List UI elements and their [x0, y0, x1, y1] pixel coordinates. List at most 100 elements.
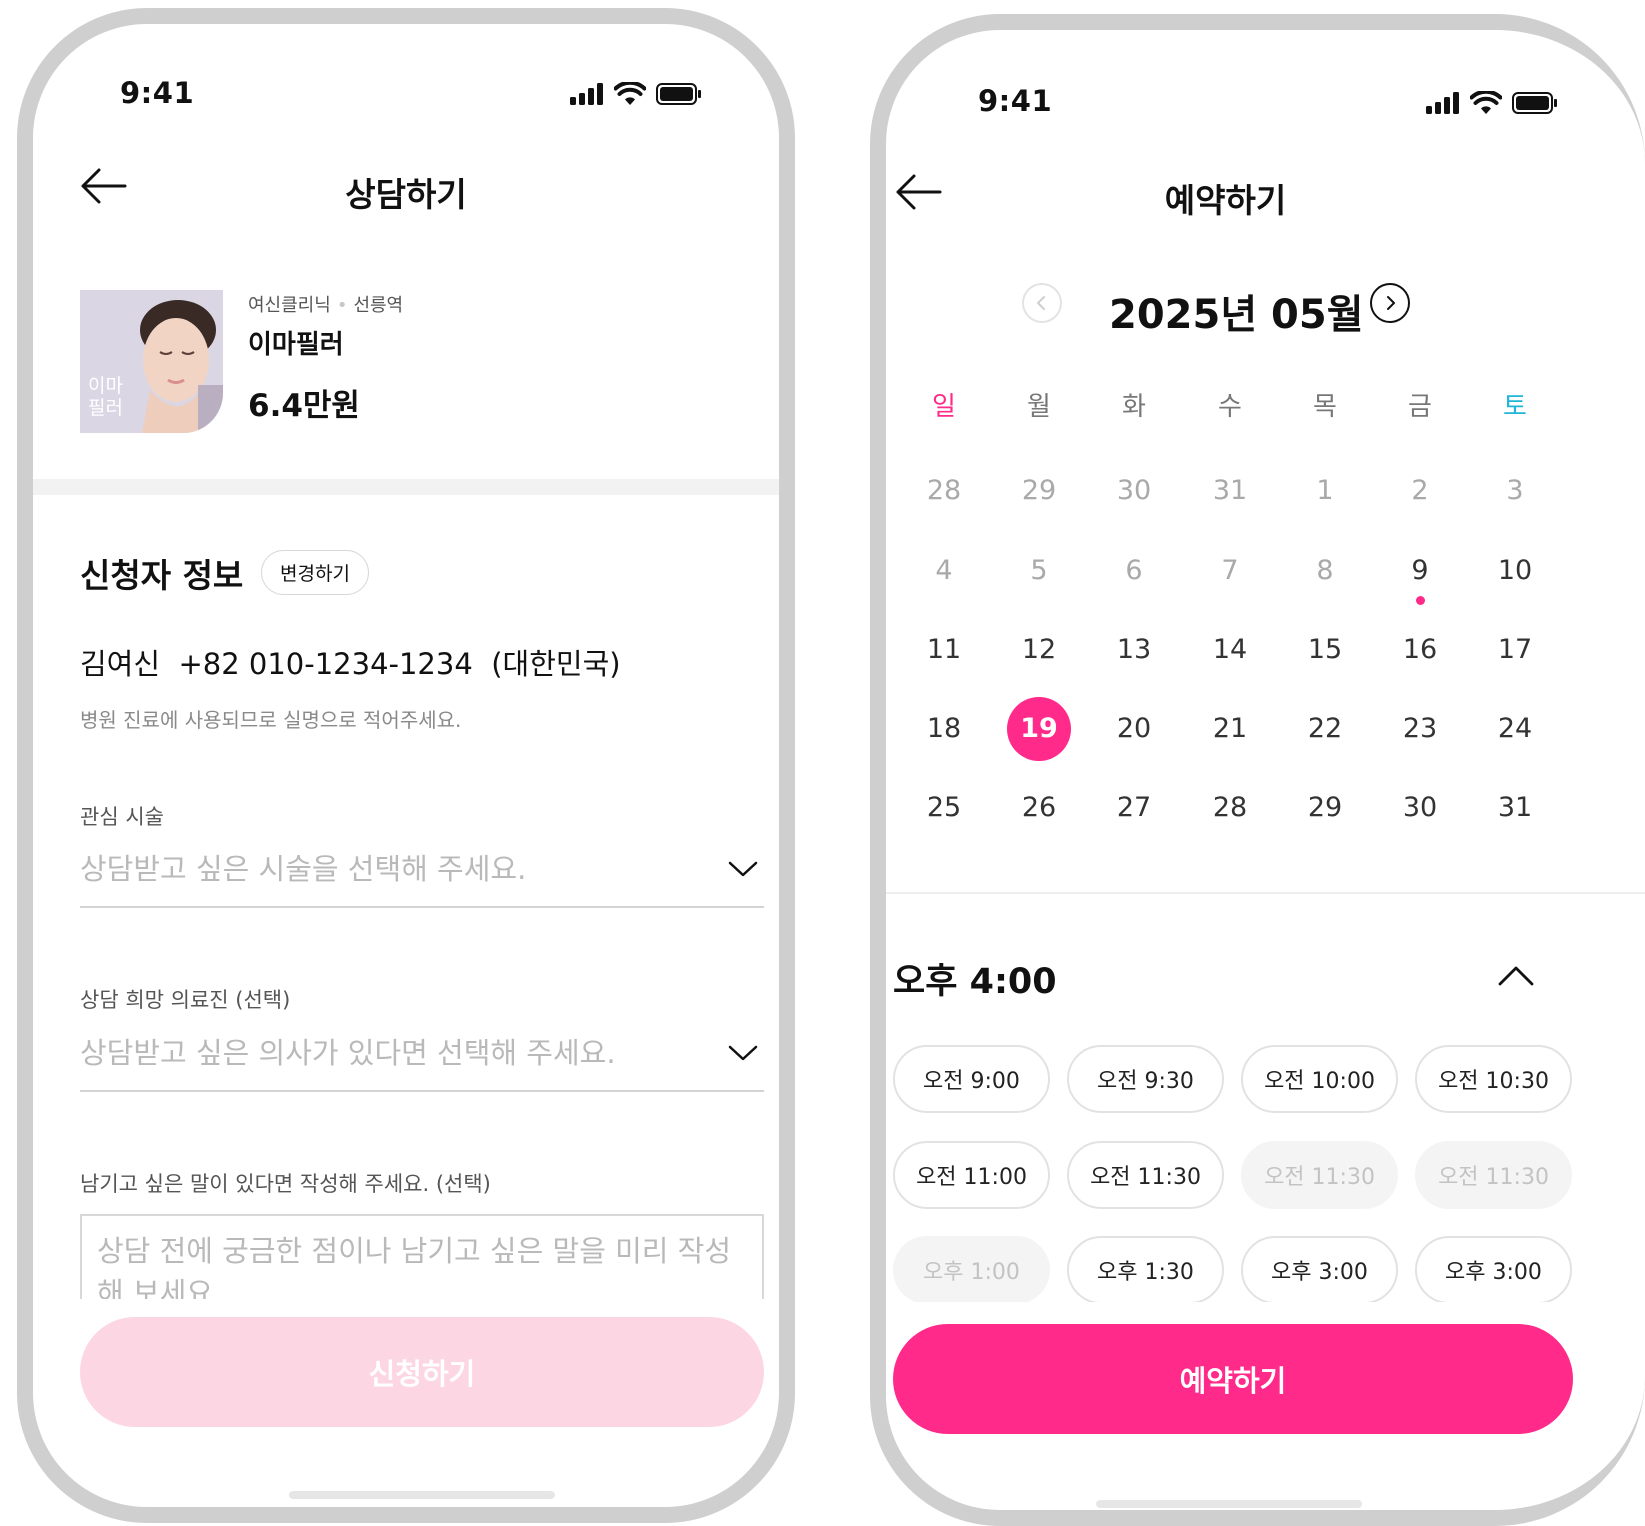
product-thumbnail[interactable]: 이마 필러 — [80, 290, 223, 433]
consult-phone-screen: 9:41 상담하기 이마 필러 여신클리닉 • 선릉역 이마필러 6.4만원 신청자… — [17, 8, 795, 1523]
doctor-placeholder: 상담받고 싶은 의사가 있다면 선택해 주세요. — [80, 1036, 616, 1070]
calendar-day[interactable]: 14 — [1198, 618, 1262, 682]
weekday-label: 일 — [932, 392, 956, 422]
booking-phone-screen: 9:41 예약하기 2025년 05월 일월화수목금토 28 29 30 31 1 2 3 4… — [870, 14, 1645, 1526]
calendar-day[interactable]: 16 — [1388, 618, 1452, 682]
calendar-day[interactable]: 9 — [1388, 539, 1452, 603]
separator-dot: • — [336, 295, 348, 316]
treatment-underline — [80, 906, 764, 908]
status-icons — [1426, 91, 1558, 115]
calendar-day[interactable]: 11 — [912, 618, 976, 682]
event-dot — [1416, 596, 1425, 605]
calendar-day[interactable]: 17 — [1483, 618, 1547, 682]
time-slot[interactable]: 오전 11:00 — [893, 1141, 1050, 1209]
calendar-day[interactable]: 24 — [1483, 697, 1547, 761]
calendar-day[interactable]: 7 — [1198, 539, 1262, 603]
chevron-up-icon[interactable] — [1498, 965, 1534, 987]
home-indicator — [289, 1491, 555, 1499]
signal-icon — [1426, 92, 1459, 114]
message-label: 남기고 싶은 말이 있다면 작성해 주세요. (선택) — [80, 1172, 491, 1196]
calendar-day[interactable]: 21 — [1198, 697, 1262, 761]
time-slot[interactable]: 오후 3:00 — [1415, 1236, 1572, 1302]
calendar-day[interactable]: 3 — [1483, 459, 1547, 523]
page-title: 예약하기 — [1164, 181, 1287, 220]
chevron-left-icon — [1037, 296, 1045, 310]
message-textarea[interactable]: 상담 전에 궁금한 점이나 남기고 싶은 말을 미리 작성해 보세요. — [80, 1214, 764, 1299]
calendar-day[interactable]: 6 — [1102, 539, 1166, 603]
calendar-day[interactable]: 22 — [1293, 697, 1357, 761]
time-slot[interactable]: 오전 10:00 — [1241, 1045, 1398, 1113]
apply-button[interactable]: 신청하기 — [80, 1317, 764, 1427]
change-applicant-button[interactable]: 변경하기 — [261, 550, 369, 595]
prev-month-button[interactable] — [1022, 283, 1062, 323]
treatment-label: 관심 시술 — [80, 805, 164, 829]
calendar-day[interactable]: 28 — [1198, 776, 1262, 840]
time-slot-grid: 오전 9:00 오전 9:30 오전 10:00 오전 10:30 오전 11:00 오전… — [893, 1045, 1583, 1302]
calendar-day[interactable]: 13 — [1102, 618, 1166, 682]
calendar-day[interactable]: 30 — [1388, 776, 1452, 840]
calendar-day[interactable]: 31 — [1198, 459, 1262, 523]
calendar-day[interactable]: 5 — [1007, 539, 1071, 603]
time-slot: 오후 1:00 — [893, 1236, 1050, 1302]
section-divider — [886, 892, 1645, 894]
time-slot[interactable]: 오전 10:30 — [1415, 1045, 1572, 1113]
time-slot[interactable]: 오전 11:30 — [1067, 1141, 1224, 1209]
battery-icon — [1512, 92, 1557, 114]
applicant-hint: 병원 진료에 사용되므로 실명으로 적어주세요. — [80, 708, 462, 732]
thumbnail-caption-line2: 필러 — [88, 397, 123, 419]
applicant-name: 김여신 — [80, 647, 161, 681]
wifi-icon — [1470, 91, 1502, 114]
weekday-label: 토 — [1503, 392, 1527, 422]
chevron-right-icon — [1387, 296, 1395, 310]
calendar-day[interactable]: 23 — [1388, 697, 1452, 761]
calendar-month-label: 2025년 05월 — [1109, 292, 1364, 338]
calendar-day[interactable]: 19 — [1007, 697, 1071, 761]
time-slot[interactable]: 오후 1:30 — [1067, 1236, 1224, 1302]
calendar-day[interactable]: 25 — [912, 776, 976, 840]
calendar-day[interactable]: 4 — [912, 539, 976, 603]
calendar-day[interactable]: 28 — [912, 459, 976, 523]
next-month-button[interactable] — [1370, 283, 1410, 323]
weekday-label: 화 — [1122, 392, 1146, 422]
calendar-day[interactable]: 30 — [1102, 459, 1166, 523]
product-name: 이마필러 — [248, 330, 344, 360]
battery-icon — [656, 83, 701, 105]
applicant-info: 김여신 +82 010-1234-1234 (대한민국) — [80, 641, 621, 683]
treatment-select[interactable]: 상담받고 싶은 시술을 선택해 주세요. — [80, 846, 764, 908]
time-slot[interactable]: 오전 9:30 — [1067, 1045, 1224, 1113]
status-time: 9:41 — [120, 76, 195, 110]
status-time: 9:41 — [978, 84, 1053, 118]
signal-icon — [570, 83, 603, 105]
calendar-day[interactable]: 29 — [1007, 459, 1071, 523]
clinic-info: 여신클리닉 • 선릉역 — [248, 291, 403, 317]
applicant-section-title: 신청자 정보 — [80, 556, 244, 595]
chevron-down-icon — [728, 1045, 758, 1061]
reserve-button[interactable]: 예약하기 — [893, 1324, 1573, 1434]
section-divider — [33, 479, 779, 495]
applicant-country: (대한민국) — [491, 647, 621, 681]
weekday-label: 목 — [1313, 392, 1337, 422]
calendar-day[interactable]: 15 — [1293, 618, 1357, 682]
clinic-location: 선릉역 — [353, 295, 404, 316]
selected-time-heading: 오후 4:00 — [893, 962, 1057, 1002]
product-price: 6.4만원 — [248, 388, 360, 424]
calendar-day[interactable]: 12 — [1007, 618, 1071, 682]
time-slot[interactable]: 오후 3:00 — [1241, 1236, 1398, 1302]
calendar-day[interactable]: 26 — [1007, 776, 1071, 840]
calendar-day[interactable]: 1 — [1293, 459, 1357, 523]
calendar-day[interactable]: 27 — [1102, 776, 1166, 840]
home-indicator — [1096, 1500, 1362, 1508]
calendar-day[interactable]: 18 — [912, 697, 976, 761]
calendar-day[interactable]: 2 — [1388, 459, 1452, 523]
weekday-label: 월 — [1027, 392, 1051, 422]
time-slot[interactable]: 오전 9:00 — [893, 1045, 1050, 1113]
calendar-day[interactable]: 29 — [1293, 776, 1357, 840]
calendar-day[interactable]: 20 — [1102, 697, 1166, 761]
doctor-underline — [80, 1090, 764, 1092]
calendar-day[interactable]: 8 — [1293, 539, 1357, 603]
calendar-day[interactable]: 10 — [1483, 539, 1547, 603]
calendar-day[interactable]: 31 — [1483, 776, 1547, 840]
wifi-icon — [614, 82, 646, 105]
chevron-down-icon — [728, 861, 758, 877]
doctor-select[interactable]: 상담받고 싶은 의사가 있다면 선택해 주세요. — [80, 1030, 764, 1092]
